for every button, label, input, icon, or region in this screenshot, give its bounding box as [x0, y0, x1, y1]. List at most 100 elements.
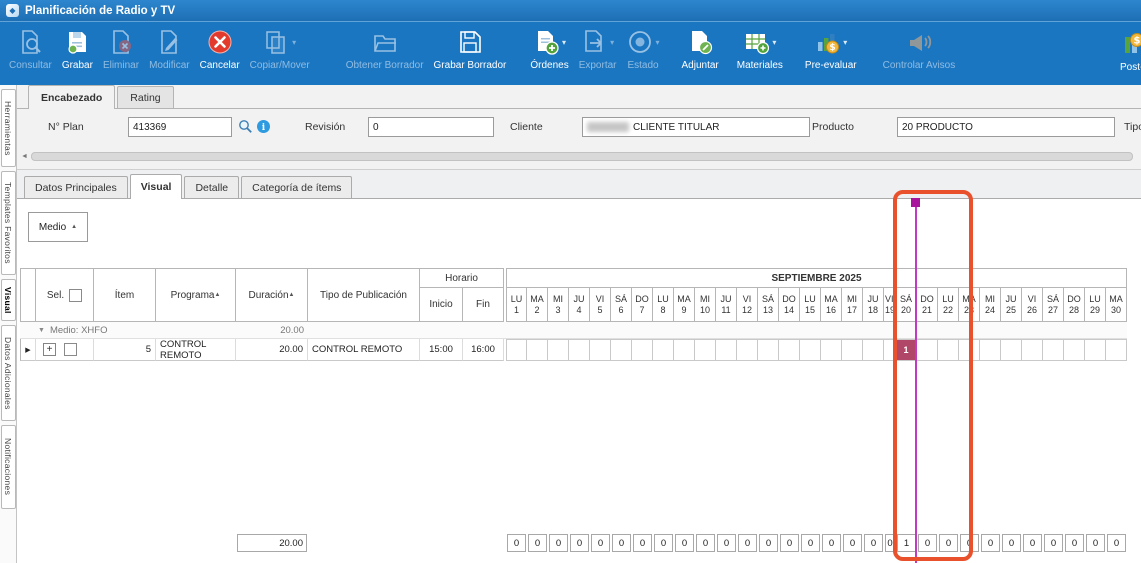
day-header-25[interactable]: JU 25: [1001, 288, 1022, 322]
day-header-23[interactable]: MA 23: [959, 288, 980, 322]
day-cell-7[interactable]: [632, 339, 653, 361]
day-cell-14[interactable]: [779, 339, 800, 361]
day-header-17[interactable]: MI 17: [842, 288, 863, 322]
day-cell-21[interactable]: [917, 339, 938, 361]
dropdown-caret-icon[interactable]: ▾: [656, 38, 660, 47]
day-header-28[interactable]: DO 28: [1064, 288, 1085, 322]
collapse-group-icon[interactable]: ▼: [38, 327, 45, 334]
day-header-12[interactable]: VI 12: [737, 288, 758, 322]
column-header-inicio[interactable]: Inicio: [420, 288, 463, 322]
day-cell-12[interactable]: [737, 339, 758, 361]
day-header-26[interactable]: VI 26: [1022, 288, 1043, 322]
day-header-6[interactable]: SÁ 6: [611, 288, 632, 322]
column-header-tipo-publicacion[interactable]: Tipo de Publicación: [308, 268, 420, 322]
day-cell-2[interactable]: [527, 339, 548, 361]
footer-total-day-9: 0: [675, 534, 694, 552]
day-header-20[interactable]: SÁ 20: [896, 288, 917, 322]
dropdown-caret-icon[interactable]: ▾: [292, 38, 296, 47]
toolbar-button-cancelar[interactable]: Cancelar: [195, 25, 245, 85]
toolbar-button-modificar[interactable]: Modificar: [144, 25, 195, 85]
toolbar-button-exportar[interactable]: ▾ Exportar: [574, 25, 622, 85]
dropdown-caret-icon[interactable]: ▾: [772, 38, 776, 47]
day-cell-20[interactable]: 1: [896, 339, 917, 361]
day-header-29[interactable]: LU 29: [1085, 288, 1106, 322]
toolbar-button-copiar-mover[interactable]: ▾ Copiar/Mover: [245, 25, 315, 85]
group-row-medio-xhfo[interactable]: ▼ Medio: XHFO: [20, 322, 1127, 339]
toolbar-button-obtener-borrador[interactable]: Obtener Borrador: [341, 25, 429, 85]
day-header-1[interactable]: LU 1: [506, 288, 527, 322]
day-cell-25[interactable]: [1001, 339, 1022, 361]
expand-row-button[interactable]: +: [43, 343, 56, 356]
toolbar-button-consultar[interactable]: Consultar: [4, 25, 57, 85]
day-header-4[interactable]: JU 4: [569, 288, 590, 322]
day-cell-28[interactable]: [1064, 339, 1085, 361]
day-header-2[interactable]: MA 2: [527, 288, 548, 322]
day-cell-5[interactable]: [590, 339, 611, 361]
day-header-5[interactable]: VI 5: [590, 288, 611, 322]
day-cell-15[interactable]: [800, 339, 821, 361]
day-header-16[interactable]: MA 16: [821, 288, 842, 322]
day-cell-10[interactable]: [695, 339, 716, 361]
column-header-programa[interactable]: Programa ▲: [156, 268, 236, 322]
day-cell-30[interactable]: [1106, 339, 1127, 361]
dropdown-caret-icon[interactable]: ▾: [843, 38, 847, 47]
day-cell-13[interactable]: [758, 339, 779, 361]
day-cell-16[interactable]: [821, 339, 842, 361]
post-evaluate-icon: $: [1120, 29, 1141, 59]
toolbar-button-pre-evaluar[interactable]: $ ▾ Pre-evaluar: [800, 25, 862, 85]
day-cell-19[interactable]: [884, 339, 896, 361]
day-cell-4[interactable]: [569, 339, 590, 361]
day-header-9[interactable]: MA 9: [674, 288, 695, 322]
day-cell-27[interactable]: [1043, 339, 1064, 361]
column-header-item[interactable]: Ítem: [94, 268, 156, 322]
day-cell-22[interactable]: [938, 339, 959, 361]
day-cell-6[interactable]: [611, 339, 632, 361]
toolbar-button-post-e[interactable]: $ Post-e: [1112, 27, 1141, 73]
column-header-fin[interactable]: Fin: [463, 288, 504, 322]
toolbar-button-adjuntar[interactable]: Adjuntar: [677, 25, 724, 85]
toolbar-button-grabar-borrador[interactable]: Grabar Borrador: [429, 25, 512, 85]
day-number: 4: [576, 304, 582, 315]
toolbar-button-controlar-avisos[interactable]: Controlar Avisos: [878, 25, 961, 85]
day-header-13[interactable]: SÁ 13: [758, 288, 779, 322]
select-all-checkbox[interactable]: [69, 288, 83, 302]
day-cell-11[interactable]: [716, 339, 737, 361]
day-header-11[interactable]: JU 11: [716, 288, 737, 322]
day-cell-1[interactable]: [506, 339, 527, 361]
day-header-22[interactable]: LU 22: [938, 288, 959, 322]
doc-search-icon: [17, 27, 43, 57]
day-cell-3[interactable]: [548, 339, 569, 361]
toolbar-button-estado[interactable]: ▾ Estado: [622, 25, 665, 85]
day-header-8[interactable]: LU 8: [653, 288, 674, 322]
day-cell-9[interactable]: [674, 339, 695, 361]
toolbar-button-grabar[interactable]: Grabar: [57, 25, 98, 85]
day-header-10[interactable]: MI 10: [695, 288, 716, 322]
day-header-24[interactable]: MI 24: [980, 288, 1001, 322]
dropdown-caret-icon[interactable]: ▾: [610, 38, 614, 47]
day-cell-8[interactable]: [653, 339, 674, 361]
column-header-duracion[interactable]: Duración ▲: [236, 268, 308, 322]
footer-total-day-28: 0: [1065, 534, 1084, 552]
toolbar-button-eliminar[interactable]: Eliminar: [98, 25, 144, 85]
day-header-21[interactable]: DO 21: [917, 288, 938, 322]
toolbar-button-materiales[interactable]: ▾ Materiales: [732, 25, 788, 85]
row-checkbox[interactable]: [64, 343, 77, 356]
column-header-sel[interactable]: Sel.: [36, 268, 94, 322]
day-cell-18[interactable]: [863, 339, 884, 361]
day-header-27[interactable]: SÁ 27: [1043, 288, 1064, 322]
day-cell-24[interactable]: [980, 339, 1001, 361]
day-header-18[interactable]: JU 18: [863, 288, 884, 322]
day-header-15[interactable]: LU 15: [800, 288, 821, 322]
day-header-19[interactable]: VI 19: [884, 288, 896, 322]
day-cell-29[interactable]: [1085, 339, 1106, 361]
day-header-3[interactable]: MI 3: [548, 288, 569, 322]
footer-total-day-7: 0: [633, 534, 652, 552]
toolbar-button-ordenes[interactable]: ▾ Órdenes: [525, 25, 573, 85]
day-cell-26[interactable]: [1022, 339, 1043, 361]
day-header-7[interactable]: DO 7: [632, 288, 653, 322]
day-header-14[interactable]: DO 14: [779, 288, 800, 322]
day-header-30[interactable]: MA 30: [1106, 288, 1127, 322]
day-cell-17[interactable]: [842, 339, 863, 361]
day-cell-23[interactable]: [959, 339, 980, 361]
dropdown-caret-icon[interactable]: ▾: [562, 38, 566, 47]
